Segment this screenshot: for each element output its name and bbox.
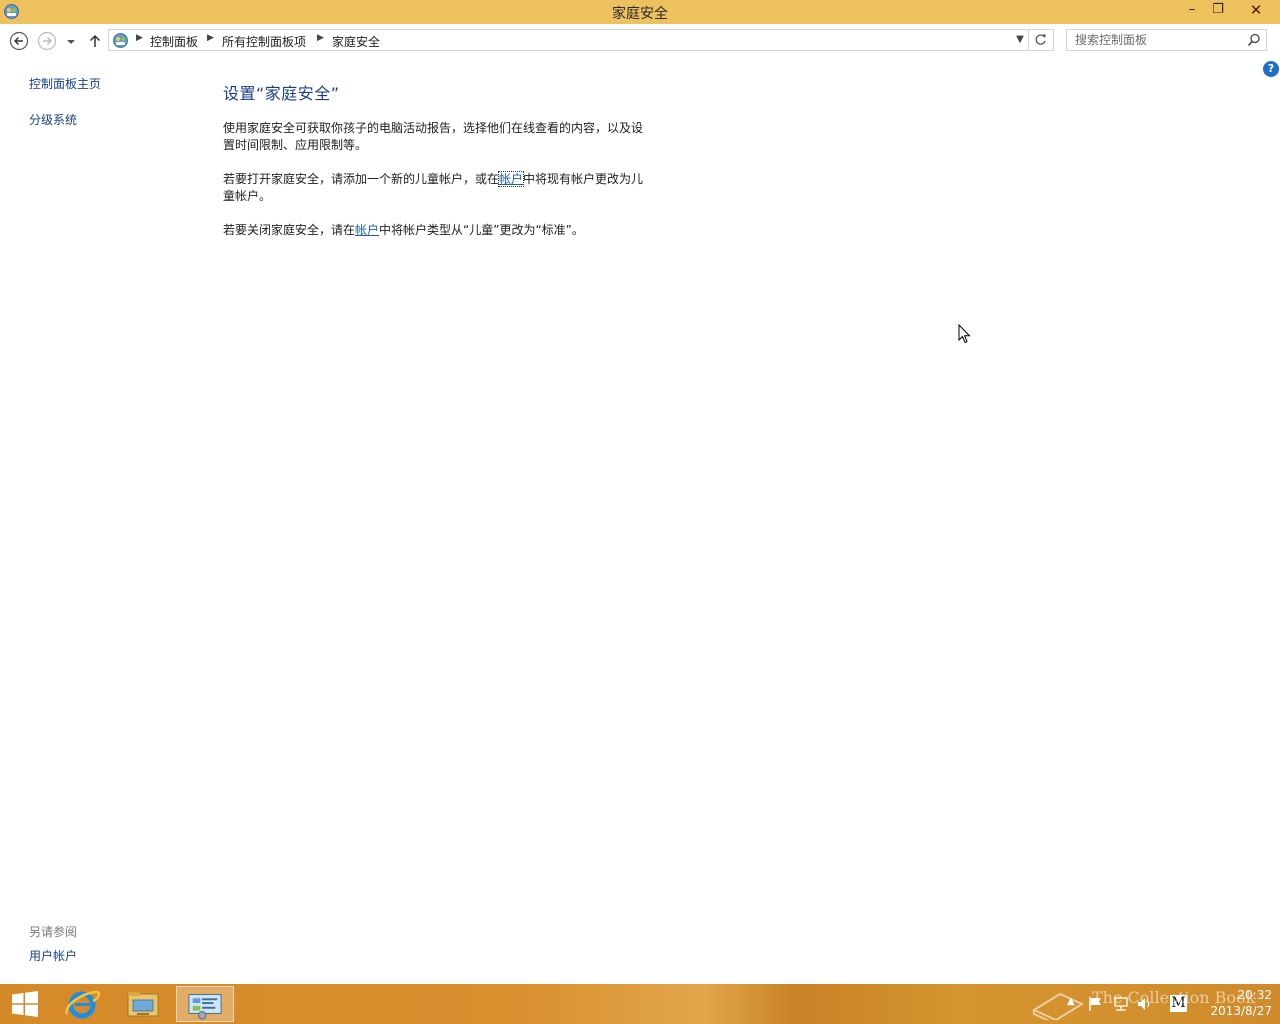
taskbar-clock[interactable]: 20:32 2013/8/27 (1196, 987, 1272, 1019)
search-icon[interactable] (1247, 33, 1261, 47)
back-button[interactable] (9, 31, 29, 51)
address-history-chevron-icon[interactable]: ▼ (1012, 29, 1028, 51)
breadcrumb-control-panel[interactable]: 控制面板 (150, 33, 198, 50)
refresh-icon[interactable] (1029, 29, 1054, 51)
control-panel-taskbar-icon[interactable] (176, 986, 234, 1022)
breadcrumb-separator-icon[interactable]: ▶ (207, 33, 214, 43)
breadcrumb-separator-icon[interactable]: ▶ (317, 33, 324, 43)
taskbar: ▲ M 20:32 2013/8/27 (0, 984, 1280, 1024)
sidebar-item-control-panel-home[interactable]: 控制面板主页 (29, 75, 101, 92)
forward-button[interactable] (37, 31, 57, 51)
help-icon[interactable]: ? (1263, 61, 1279, 77)
turn-on-paragraph: 若要打开家庭安全，请添加一个新的儿童帐户，或在帐户中将现有帐户更改为儿童帐户。 (223, 171, 653, 205)
accounts-link[interactable]: 帐户 (355, 223, 379, 237)
turn-off-text: 若要关闭家庭安全，请在 (223, 223, 356, 237)
search-box[interactable] (1066, 29, 1267, 51)
network-icon[interactable] (1112, 995, 1130, 1013)
turn-on-text: 若要打开家庭安全，请添加一个新的儿童帐户，或在 (223, 172, 500, 186)
recent-locations-chevron-icon[interactable] (64, 31, 78, 51)
title-bar[interactable]: 家庭安全 – ❐ ✕ (0, 0, 1280, 24)
minimize-button[interactable]: – (1179, 0, 1205, 22)
page-title: 设置“家庭安全” (223, 84, 340, 103)
action-center-flag-icon[interactable] (1087, 995, 1105, 1013)
main-content: 设置“家庭安全” 使用家庭安全可获取你孩子的电脑活动报告，选择他们在线查看的内容… (223, 80, 653, 256)
input-method-icon[interactable]: M (1170, 995, 1187, 1012)
search-input[interactable] (1075, 32, 1240, 48)
internet-explorer-icon[interactable] (53, 986, 111, 1022)
see-also-heading: 另请参阅 (29, 925, 78, 939)
close-button[interactable]: ✕ (1241, 0, 1271, 22)
turn-off-text-end: 中将帐户类型从“儿童”更改为“标准”。 (379, 223, 584, 237)
control-panel-icon (113, 33, 128, 48)
up-arrow-button[interactable] (85, 31, 105, 51)
sidebar-item-rating-systems[interactable]: 分级系统 (29, 111, 77, 128)
breadcrumb-separator-icon[interactable]: ▶ (136, 33, 143, 43)
file-explorer-icon[interactable] (114, 986, 172, 1022)
start-windows-icon[interactable] (8, 990, 42, 1018)
maximize-button[interactable]: ❐ (1205, 0, 1231, 22)
accounts-link[interactable]: 帐户 (498, 171, 525, 187)
turn-off-paragraph: 若要关闭家庭安全，请在帐户中将帐户类型从“儿童”更改为“标准”。 (223, 222, 653, 239)
clock-date: 2013/8/27 (1210, 1004, 1272, 1018)
breadcrumb-family-safety[interactable]: 家庭安全 (332, 33, 380, 50)
see-also-user-accounts-link[interactable]: 用户帐户 (29, 947, 77, 964)
intro-paragraph: 使用家庭安全可获取你孩子的电脑活动报告，选择他们在线查看的内容，以及设置时间限制… (223, 121, 644, 152)
clock-time: 20:32 (1237, 988, 1272, 1002)
mouse-cursor-icon (958, 324, 971, 344)
address-bar[interactable]: ▶ 控制面板 ▶ 所有控制面板项 ▶ 家庭安全 (108, 29, 1029, 51)
breadcrumb-all-items[interactable]: 所有控制面板项 (222, 33, 306, 50)
show-hidden-icons-icon[interactable]: ▲ (1067, 996, 1075, 1024)
navigation-bar: ▶ 控制面板 ▶ 所有控制面板项 ▶ 家庭安全 ▼ (0, 24, 1280, 56)
window-title: 家庭安全 (612, 6, 668, 22)
volume-icon[interactable] (1136, 995, 1154, 1013)
